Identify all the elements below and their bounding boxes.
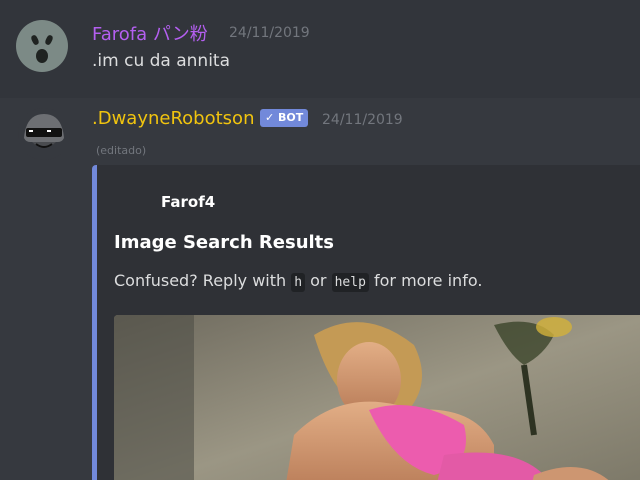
message-author[interactable]: Farofa パン粉 — [92, 20, 208, 46]
embed-photo — [114, 315, 640, 480]
bot-avatar[interactable] — [18, 108, 70, 160]
embed-author[interactable]: Farof4 — [161, 193, 215, 211]
code-inline: help — [331, 273, 369, 292]
embed-image[interactable] — [114, 315, 640, 480]
edited-label: (editado) — [96, 144, 147, 157]
message-author[interactable]: .DwayneRobotson — [92, 108, 254, 129]
chat-messages: Farofa パン粉 24/11/2019 .im cu da annita .… — [0, 0, 640, 480]
message-timestamp: 24/11/2019 — [229, 25, 310, 41]
embed-title: Image Search Results — [114, 232, 334, 253]
embed-description: Confused? Reply with h or help for more … — [114, 271, 483, 292]
code-inline: h — [291, 273, 306, 292]
message-content: .im cu da annita — [92, 51, 231, 71]
message-1: Farofa パン粉 24/11/2019 .im cu da annita — [0, 0, 640, 98]
bot-badge: ✓ BOT — [260, 109, 309, 127]
message-timestamp: 24/11/2019 — [322, 112, 403, 128]
embed: Farof4 Image Search Results Confused? Re… — [92, 165, 640, 480]
user-avatar[interactable] — [16, 20, 68, 72]
